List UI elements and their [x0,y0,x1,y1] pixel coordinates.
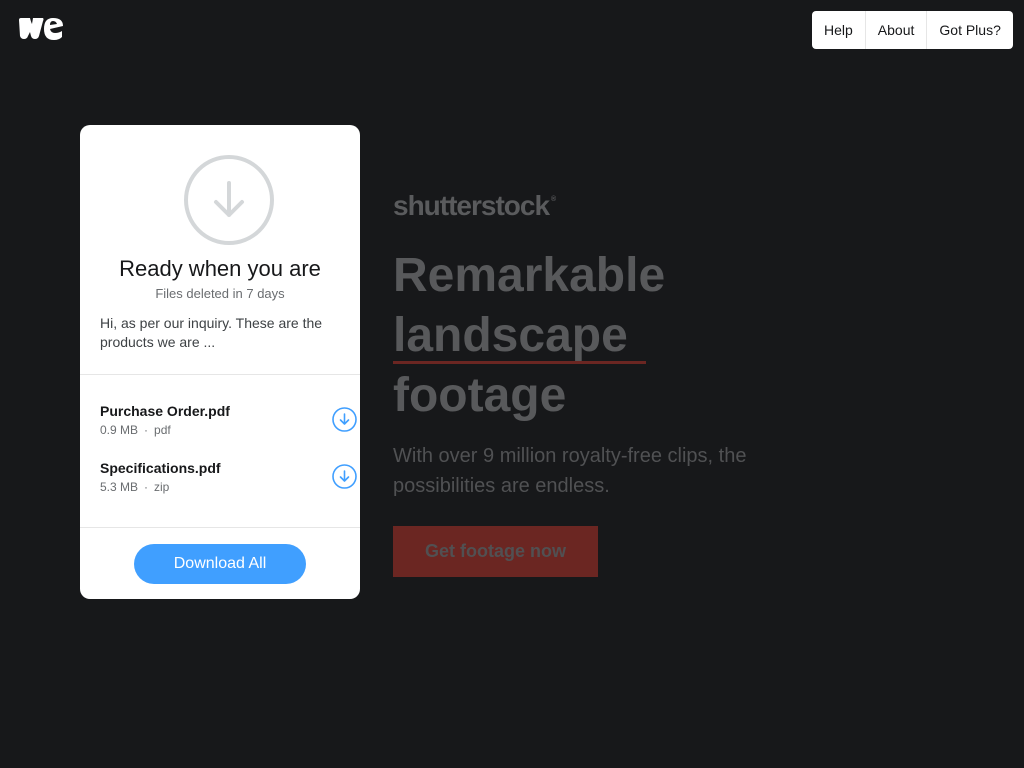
download-all-button[interactable]: Download All [134,544,306,584]
file-meta: 0.9 MB · pdf [100,423,360,437]
file-size: 0.9 MB [100,423,139,437]
transfer-header: Ready when you are Files deleted in 7 da… [80,125,360,374]
nav-about-link[interactable]: About [864,11,927,49]
file-item[interactable]: Specifications.pdf 5.3 MB · zip [100,460,360,496]
advertisement[interactable]: shutterstock ® Remarkable landscape foot… [393,190,753,577]
download-circle-icon [184,155,274,245]
file-meta: 5.3 MB · zip [100,480,360,494]
top-nav: Help About Got Plus? [812,11,1013,49]
file-name: Specifications.pdf [100,460,221,476]
transfer-footer: Download All [80,528,360,599]
nav-got-plus-link[interactable]: Got Plus? [926,11,1012,49]
meta-separator: · [144,423,149,437]
ad-headline-line1: Remarkable [393,249,666,302]
file-item[interactable]: Purchase Order.pdf 0.9 MB · pdf [100,403,360,439]
file-name: Purchase Order.pdf [100,403,230,419]
file-type: zip [154,480,170,494]
wetransfer-logo[interactable] [18,18,64,40]
expiry-note: Files deleted in 7 days [155,286,285,301]
transfer-panel: Ready when you are Files deleted in 7 da… [80,125,360,599]
file-type: pdf [154,423,171,437]
download-file-icon[interactable] [332,464,357,489]
ad-brand-name: shutterstock [393,190,550,221]
meta-separator: · [144,480,149,494]
ad-headline-line2: landscape [393,310,646,364]
transfer-message: Hi, as per our inquiry. These are the pr… [100,315,323,350]
file-list: Purchase Order.pdf 0.9 MB · pdf Specificat… [80,375,360,527]
ad-brand-mark: ® [551,196,557,203]
file-size: 5.3 MB [100,480,139,494]
ad-headline: Remarkable landscape footage [393,246,753,426]
ad-headline-line3: footage [393,369,567,422]
download-file-icon[interactable] [332,407,357,432]
nav-help-link[interactable]: Help [812,11,865,49]
transfer-title: Ready when you are [119,256,321,281]
ad-subtext: With over 9 million royalty-free clips, … [393,445,747,497]
get-footage-button[interactable]: Get footage now [393,526,598,577]
shutterstock-logo: shutterstock ® [393,190,753,224]
